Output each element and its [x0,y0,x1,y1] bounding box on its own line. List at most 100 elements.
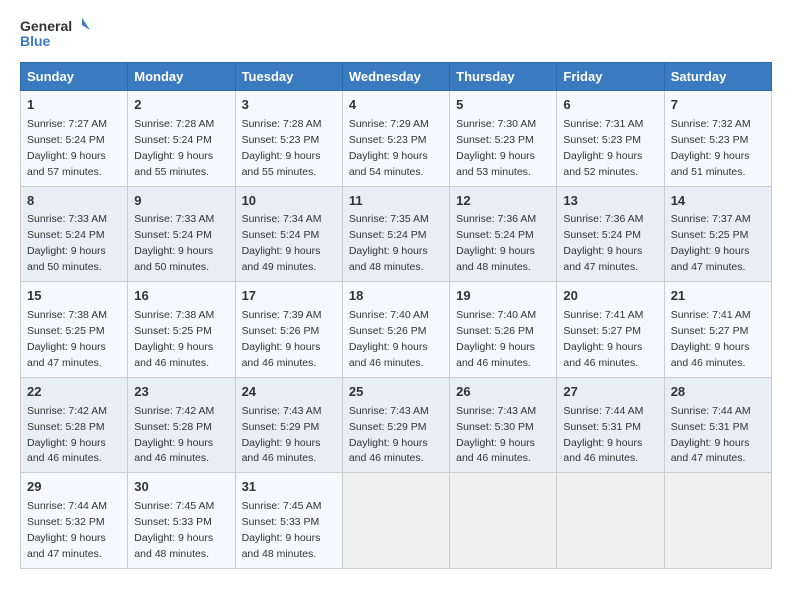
cell-info: Sunrise: 7:27 AMSunset: 5:24 PMDaylight:… [27,118,107,178]
day-number: 3 [242,96,336,115]
weekday-monday: Monday [128,63,235,91]
cell-info: Sunrise: 7:33 AMSunset: 5:24 PMDaylight:… [134,213,214,273]
calendar-cell: 31Sunrise: 7:45 AMSunset: 5:33 PMDayligh… [235,473,342,569]
calendar-cell: 3 Sunrise: 7:28 AMSunset: 5:23 PMDaylight… [235,91,342,187]
cell-info: Sunrise: 7:43 AMSunset: 5:29 PMDaylight:… [242,405,322,465]
calendar-cell: 30Sunrise: 7:45 AMSunset: 5:33 PMDayligh… [128,473,235,569]
weekday-tuesday: Tuesday [235,63,342,91]
calendar-cell: 15 Sunrise: 7:38 AMSunset: 5:25 PMDayligh… [21,282,128,378]
calendar-cell: 16 Sunrise: 7:38 AMSunset: 5:25 PMDayligh… [128,282,235,378]
calendar-cell: 13Sunrise: 7:36 AMSunset: 5:24 PMDayligh… [557,186,664,282]
cell-info: Sunrise: 7:37 AMSunset: 5:25 PMDaylight:… [671,213,751,273]
header: General Blue [20,16,772,52]
cell-info: Sunrise: 7:44 AMSunset: 5:31 PMDaylight:… [671,405,751,465]
day-number: 27 [563,383,657,402]
cell-info: Sunrise: 7:44 AMSunset: 5:31 PMDaylight:… [563,405,643,465]
day-number: 12 [456,192,550,211]
day-number: 28 [671,383,765,402]
calendar-cell: 6 Sunrise: 7:31 AMSunset: 5:23 PMDaylight… [557,91,664,187]
calendar-cell: 27 Sunrise: 7:44 AMSunset: 5:31 PMDayligh… [557,377,664,473]
day-number: 24 [242,383,336,402]
day-number: 5 [456,96,550,115]
day-number: 4 [349,96,443,115]
day-number: 10 [242,192,336,211]
calendar-cell: 29 Sunrise: 7:44 AMSunset: 5:32 PMDayligh… [21,473,128,569]
weekday-saturday: Saturday [664,63,771,91]
weekday-wednesday: Wednesday [342,63,449,91]
calendar-cell [342,473,449,569]
calendar-cell: 1Sunrise: 7:27 AMSunset: 5:24 PMDaylight… [21,91,128,187]
cell-info: Sunrise: 7:40 AMSunset: 5:26 PMDaylight:… [349,309,429,369]
calendar-cell: 5Sunrise: 7:30 AMSunset: 5:23 PMDaylight… [450,91,557,187]
calendar-cell: 21Sunrise: 7:41 AMSunset: 5:27 PMDayligh… [664,282,771,378]
calendar-cell: 7 Sunrise: 7:32 AMSunset: 5:23 PMDaylight… [664,91,771,187]
calendar-week-1: 1Sunrise: 7:27 AMSunset: 5:24 PMDaylight… [21,91,772,187]
cell-info: Sunrise: 7:34 AMSunset: 5:24 PMDaylight:… [242,213,322,273]
day-number: 29 [27,478,121,497]
weekday-header-row: SundayMondayTuesdayWednesdayThursdayFrid… [21,63,772,91]
cell-info: Sunrise: 7:32 AMSunset: 5:23 PMDaylight:… [671,118,751,178]
logo: General Blue [20,16,90,52]
calendar-cell: 12 Sunrise: 7:36 AMSunset: 5:24 PMDayligh… [450,186,557,282]
calendar-cell: 10 Sunrise: 7:34 AMSunset: 5:24 PMDayligh… [235,186,342,282]
day-number: 11 [349,192,443,211]
calendar-week-3: 15 Sunrise: 7:38 AMSunset: 5:25 PMDayligh… [21,282,772,378]
cell-info: Sunrise: 7:39 AMSunset: 5:26 PMDaylight:… [242,309,322,369]
calendar-cell: 25Sunrise: 7:43 AMSunset: 5:29 PMDayligh… [342,377,449,473]
calendar-page: General Blue SundayMondayTuesdayWednesda… [0,0,792,579]
cell-info: Sunrise: 7:29 AMSunset: 5:23 PMDaylight:… [349,118,429,178]
weekday-sunday: Sunday [21,63,128,91]
calendar-table: SundayMondayTuesdayWednesdayThursdayFrid… [20,62,772,569]
calendar-week-4: 22 Sunrise: 7:42 AMSunset: 5:28 PMDayligh… [21,377,772,473]
calendar-cell: 22 Sunrise: 7:42 AMSunset: 5:28 PMDayligh… [21,377,128,473]
cell-info: Sunrise: 7:36 AMSunset: 5:24 PMDaylight:… [456,213,536,273]
day-number: 2 [134,96,228,115]
cell-info: Sunrise: 7:42 AMSunset: 5:28 PMDaylight:… [134,405,214,465]
calendar-week-5: 29 Sunrise: 7:44 AMSunset: 5:32 PMDayligh… [21,473,772,569]
day-number: 13 [563,192,657,211]
calendar-cell: 24 Sunrise: 7:43 AMSunset: 5:29 PMDayligh… [235,377,342,473]
day-number: 30 [134,478,228,497]
weekday-friday: Friday [557,63,664,91]
day-number: 19 [456,287,550,306]
day-number: 7 [671,96,765,115]
cell-info: Sunrise: 7:40 AMSunset: 5:26 PMDaylight:… [456,309,536,369]
weekday-thursday: Thursday [450,63,557,91]
cell-info: Sunrise: 7:41 AMSunset: 5:27 PMDaylight:… [563,309,643,369]
cell-info: Sunrise: 7:43 AMSunset: 5:30 PMDaylight:… [456,405,536,465]
cell-info: Sunrise: 7:31 AMSunset: 5:23 PMDaylight:… [563,118,643,178]
cell-info: Sunrise: 7:28 AMSunset: 5:24 PMDaylight:… [134,118,214,178]
day-number: 22 [27,383,121,402]
calendar-cell: 26Sunrise: 7:43 AMSunset: 5:30 PMDayligh… [450,377,557,473]
calendar-cell: 2 Sunrise: 7:28 AMSunset: 5:24 PMDaylight… [128,91,235,187]
calendar-cell [450,473,557,569]
svg-text:Blue: Blue [20,33,51,49]
cell-info: Sunrise: 7:42 AMSunset: 5:28 PMDaylight:… [27,405,107,465]
cell-info: Sunrise: 7:28 AMSunset: 5:23 PMDaylight:… [242,118,322,178]
calendar-cell: 8 Sunrise: 7:33 AMSunset: 5:24 PMDaylight… [21,186,128,282]
day-number: 6 [563,96,657,115]
calendar-cell [664,473,771,569]
logo-svg: General Blue [20,16,90,52]
day-number: 23 [134,383,228,402]
calendar-cell: 14 Sunrise: 7:37 AMSunset: 5:25 PMDayligh… [664,186,771,282]
cell-info: Sunrise: 7:33 AMSunset: 5:24 PMDaylight:… [27,213,107,273]
day-number: 14 [671,192,765,211]
calendar-body: 1Sunrise: 7:27 AMSunset: 5:24 PMDaylight… [21,91,772,569]
calendar-cell: 19 Sunrise: 7:40 AMSunset: 5:26 PMDayligh… [450,282,557,378]
day-number: 16 [134,287,228,306]
day-number: 25 [349,383,443,402]
cell-info: Sunrise: 7:38 AMSunset: 5:25 PMDaylight:… [27,309,107,369]
cell-info: Sunrise: 7:44 AMSunset: 5:32 PMDaylight:… [27,500,107,560]
calendar-cell: 17Sunrise: 7:39 AMSunset: 5:26 PMDayligh… [235,282,342,378]
cell-info: Sunrise: 7:35 AMSunset: 5:24 PMDaylight:… [349,213,429,273]
cell-info: Sunrise: 7:41 AMSunset: 5:27 PMDaylight:… [671,309,751,369]
calendar-week-2: 8 Sunrise: 7:33 AMSunset: 5:24 PMDaylight… [21,186,772,282]
day-number: 8 [27,192,121,211]
day-number: 15 [27,287,121,306]
day-number: 9 [134,192,228,211]
cell-info: Sunrise: 7:38 AMSunset: 5:25 PMDaylight:… [134,309,214,369]
calendar-cell: 9 Sunrise: 7:33 AMSunset: 5:24 PMDaylight… [128,186,235,282]
day-number: 18 [349,287,443,306]
svg-text:General: General [20,18,72,34]
